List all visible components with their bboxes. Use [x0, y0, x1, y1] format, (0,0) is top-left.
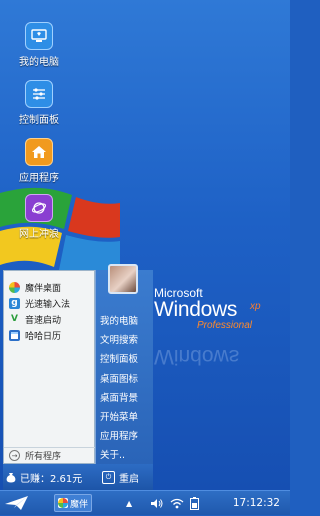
tray-expand-arrow-icon[interactable]: ▲ [126, 499, 132, 508]
desktop-icon-label: 应用程序 [19, 173, 59, 184]
start-item-input-method[interactable]: g 光速输入法 [4, 295, 94, 311]
system-tray: ▲ [126, 491, 200, 516]
taskbar: 魔伴 ▲ 17:12:32 [0, 490, 290, 515]
pinwheel-icon [57, 498, 68, 508]
start-item-sonic-launch[interactable]: V 音速启动 [4, 311, 94, 327]
start-place-my-computer[interactable]: 我的电脑 [100, 313, 138, 327]
start-place-desktop-background[interactable]: 桌面背景 [100, 390, 138, 404]
volume-icon[interactable] [150, 498, 164, 509]
start-item-label: 光速输入法 [25, 299, 71, 310]
start-place-control-panel[interactable]: 控制面板 [100, 351, 138, 365]
desktop-icon-control-panel[interactable]: 控制面板 [4, 80, 74, 126]
start-item-label: 魔伴桌面 [25, 283, 62, 294]
start-item-calendar[interactable]: 哈哈日历 [4, 327, 94, 343]
restart-button[interactable]: ⏻ 重启 [98, 470, 139, 485]
start-menu-footer: 已赚：2.61元 ⏻ 重启 [3, 464, 153, 490]
arrow-right-icon: → [9, 450, 20, 461]
desktop-icon-label: 网上冲浪 [19, 229, 59, 240]
start-item-label: 音速启动 [25, 315, 62, 326]
taskbar-clock[interactable]: 17:12:32 [233, 497, 280, 509]
power-icon: ⏻ [102, 470, 115, 484]
start-place-about[interactable]: 关于.. [100, 447, 125, 461]
control-panel-icon [25, 80, 53, 108]
start-place-desktop-icons[interactable]: 桌面图标 [100, 371, 138, 385]
desktop-icon-label: 我的电脑 [19, 57, 59, 68]
v-launch-icon: V [11, 314, 18, 324]
start-menu: 魔伴桌面 g 光速输入法 V 音速启动 哈哈日历 → 所有程序 我的电脑 文明搜… [3, 264, 153, 490]
browser-icon [25, 194, 53, 222]
start-place-search[interactable]: 文明搜索 [100, 332, 138, 346]
logo-reflection: Windows [154, 345, 240, 368]
all-programs-label: 所有程序 [25, 452, 62, 462]
start-menu-places-pane: 我的电脑 文明搜索 控制面板 桌面图标 桌面背景 开始菜单 应用程序 关于.. [95, 264, 153, 464]
computer-icon [25, 22, 53, 50]
start-button-icon[interactable] [4, 495, 30, 511]
home-icon [25, 138, 53, 166]
taskbar-app-label: 魔伴 [69, 499, 88, 510]
all-programs-button[interactable]: → 所有程序 [4, 447, 96, 463]
battery-icon[interactable] [190, 497, 200, 510]
start-item-label: 哈哈日历 [25, 331, 62, 342]
desktop-icon-my-computer[interactable]: 我的电脑 [4, 22, 74, 68]
user-avatar[interactable] [108, 264, 138, 294]
desktop-icon-surf-web[interactable]: 网上冲浪 [4, 194, 74, 240]
desktop: 我的电脑 控制面板 应用程序 网上冲浪 Microsoft Windows xp… [0, 0, 290, 490]
desktop-icon-label: 控制面板 [19, 115, 59, 126]
logo-windows: Windows [154, 298, 238, 321]
money-bag-icon [6, 472, 16, 482]
logo-xp: xp [250, 301, 261, 312]
logo-edition: Professional [197, 320, 253, 331]
calendar-icon [9, 329, 20, 341]
taskbar-app-moban[interactable]: 魔伴 [54, 494, 92, 512]
desktop-icon-applications[interactable]: 应用程序 [4, 138, 74, 184]
start-item-mobandesktop[interactable]: 魔伴桌面 [4, 279, 94, 295]
keyboard-g-icon: g [9, 297, 20, 309]
earnings-label: 已赚：2.61元 [20, 473, 83, 485]
pinwheel-icon [9, 281, 20, 293]
start-menu-programs-pane: 魔伴桌面 g 光速输入法 V 音速启动 哈哈日历 → 所有程序 [3, 270, 96, 464]
start-place-start-menu[interactable]: 开始菜单 [100, 409, 138, 423]
earnings-display: 已赚：2.61元 [3, 470, 98, 485]
start-place-applications[interactable]: 应用程序 [100, 428, 138, 442]
wifi-icon[interactable] [170, 498, 184, 509]
restart-label: 重启 [119, 473, 139, 485]
